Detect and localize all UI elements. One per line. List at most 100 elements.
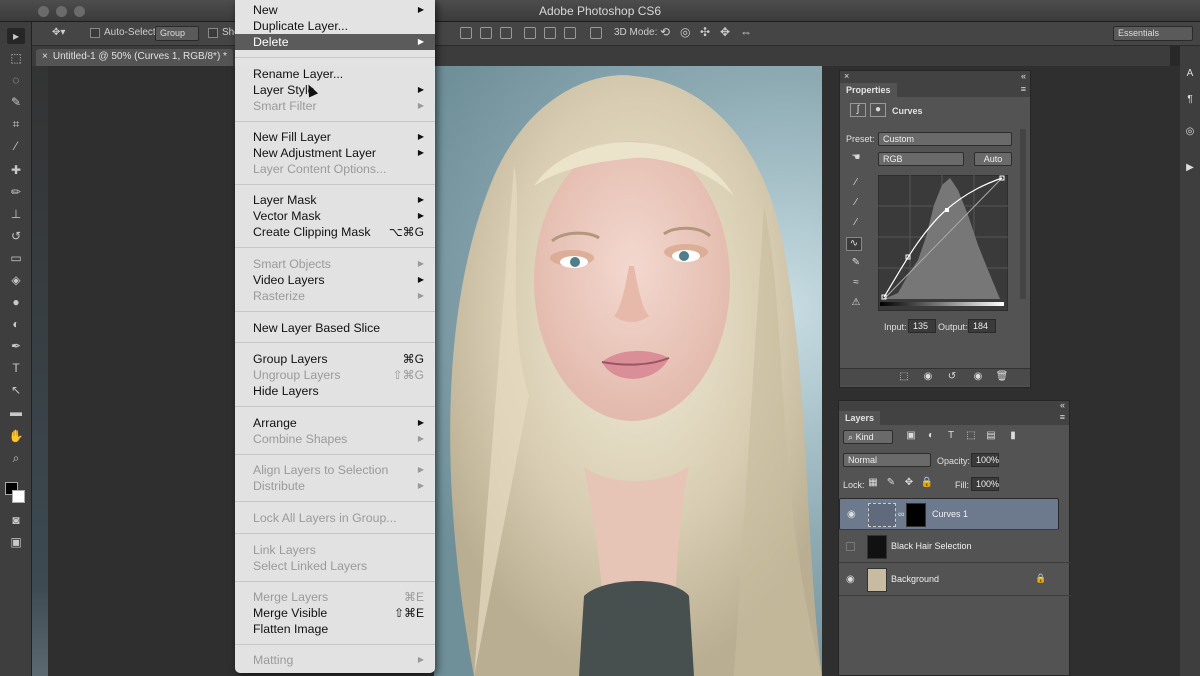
menu-item-duplicate-layer[interactable]: Duplicate Layer... [235, 18, 435, 34]
collapse-panel-icon[interactable]: « [1021, 71, 1026, 81]
smooth-curve-icon[interactable]: ≈ [848, 277, 864, 291]
menu-item-layer-style[interactable]: Layer Style ▶ [235, 82, 435, 98]
lasso-tool-icon[interactable]: ◌ [7, 72, 25, 88]
align-bottom-icon[interactable] [500, 27, 512, 39]
align-top-icon[interactable] [460, 27, 472, 39]
eyedropper-tool-icon[interactable]: ⁄ [7, 138, 25, 154]
close-panel-icon[interactable]: × [844, 71, 849, 81]
filter-smart-object-icon[interactable]: ▤ [983, 430, 999, 444]
output-field[interactable]: 184 [968, 319, 996, 333]
align-right-icon[interactable] [564, 27, 576, 39]
menu-item-merge-visible[interactable]: Merge Visible ⇧⌘E [235, 605, 435, 621]
3d-drag-icon[interactable]: ✣ [700, 25, 710, 39]
3d-scale-icon[interactable]: ⇔ [740, 25, 752, 39]
edit-points-icon[interactable]: ∿ [846, 237, 862, 251]
3d-slide-icon[interactable]: ✥ [720, 25, 730, 39]
menu-item-arrange[interactable]: Arrange ▶ [235, 415, 435, 431]
visibility-toggle-off[interactable] [846, 542, 855, 551]
menu-item-video-layers[interactable]: Video Layers ▶ [235, 272, 435, 288]
lock-position-icon[interactable]: ✥ [901, 477, 917, 491]
fill-field[interactable]: 100% [971, 477, 999, 491]
filter-pixel-icon[interactable]: ▣ [903, 430, 919, 444]
zoom-tool-icon[interactable]: ⌕ [7, 450, 25, 466]
close-tab-icon[interactable]: × [42, 51, 48, 62]
menu-item-flatten-image[interactable]: Flatten Image [235, 621, 435, 637]
menu-item-rename-layer[interactable]: Rename Layer... [235, 66, 435, 82]
panel-menu-icon[interactable]: ≡ [1021, 84, 1026, 94]
3d-roll-icon[interactable]: ◎ [680, 25, 690, 39]
filter-shape-icon[interactable]: ⬚ [963, 430, 979, 444]
draw-curve-icon[interactable]: ✎ [848, 257, 864, 271]
blur-tool-icon[interactable]: ● [7, 294, 25, 310]
auto-select-dropdown[interactable]: Group [155, 26, 199, 41]
layer-mask-thumbnail[interactable] [906, 503, 926, 527]
layer-mask-icon[interactable]: ● [870, 103, 886, 117]
targeted-adjustment-icon[interactable]: ☚ [848, 152, 864, 166]
visibility-eye-icon[interactable]: ◉ [846, 574, 855, 585]
menu-item-new[interactable]: New ▶ [235, 2, 435, 18]
quick-mask-icon[interactable]: ◙ [7, 512, 25, 528]
menu-item-new-adjustment-layer[interactable]: New Adjustment Layer ▶ [235, 145, 435, 161]
auto-button[interactable]: Auto [974, 152, 1012, 166]
background-color-swatch[interactable] [12, 490, 25, 503]
path-select-tool-icon[interactable]: ↖ [7, 382, 25, 398]
view-previous-state-icon[interactable]: ◉ [920, 371, 936, 385]
menu-item-new-fill-layer[interactable]: New Fill Layer ▶ [235, 129, 435, 145]
marquee-tool-icon[interactable]: ⬚ [7, 50, 25, 66]
hand-tool-icon[interactable]: ✋ [7, 428, 25, 444]
visibility-eye-icon[interactable]: ◉ [847, 509, 856, 520]
history-brush-tool-icon[interactable]: ↺ [7, 228, 25, 244]
paint-bucket-tool-icon[interactable]: ◈ [7, 272, 25, 288]
white-point-eyedropper-icon[interactable]: ⁄ [848, 217, 864, 231]
gray-point-eyedropper-icon[interactable]: ⁄ [848, 197, 864, 211]
lock-pixels-icon[interactable]: ✎ [883, 477, 899, 491]
curves-graph[interactable] [878, 175, 1008, 311]
move-tool-icon[interactable]: ✥▾ [52, 27, 65, 38]
menu-item-hide-layers[interactable]: Hide Layers [235, 383, 435, 399]
menu-item-new-layer-based-slice[interactable]: New Layer Based Slice [235, 320, 435, 336]
lock-all-icon[interactable]: 🔒 [919, 477, 935, 491]
paragraph-panel-icon[interactable]: ¶ [1182, 94, 1198, 108]
character-panel-icon[interactable]: A [1182, 68, 1198, 82]
menu-item-create-clipping-mask[interactable]: Create Clipping Mask ⌥⌘G [235, 224, 435, 240]
blend-mode-dropdown[interactable]: Normal [843, 453, 931, 467]
color-panel-icon[interactable]: ◎ [1182, 126, 1198, 140]
filter-toggle-icon[interactable]: ▮ [1005, 430, 1021, 444]
delete-adjustment-icon[interactable]: 🗑 [994, 371, 1010, 385]
link-chain-icon[interactable]: ∞ [898, 509, 904, 519]
properties-tab[interactable]: Properties [840, 83, 897, 98]
preset-dropdown[interactable]: Custom [878, 132, 1012, 146]
black-point-eyedropper-icon[interactable]: ⁄ [848, 177, 864, 191]
type-tool-icon[interactable]: T [7, 360, 25, 376]
lock-transparency-icon[interactable]: ▦ [865, 477, 881, 491]
layer-row-background[interactable]: ◉ Background 🔒 [839, 564, 1071, 596]
filter-adjustment-icon[interactable]: ◐ [923, 430, 939, 444]
clone-stamp-tool-icon[interactable]: ⊥ [7, 206, 25, 222]
quick-select-tool-icon[interactable]: ✎ [7, 94, 25, 110]
layer-row-black-hair-selection[interactable]: Black Hair Selection [839, 531, 1071, 563]
move-tool-icon[interactable]: ▸ [7, 28, 25, 44]
brush-tool-icon[interactable]: ✏ [7, 184, 25, 200]
layer-row-curves-1[interactable]: ◉ ∞ Curves 1 [839, 498, 1059, 530]
dodge-tool-icon[interactable]: ◐ [7, 316, 25, 332]
input-field[interactable]: 135 [908, 319, 936, 333]
channel-dropdown[interactable]: RGB [878, 152, 964, 166]
menu-item-delete[interactable]: Delete ▶ [235, 34, 435, 50]
reset-adjustment-icon[interactable]: ↺ [944, 371, 960, 385]
properties-scrollbar[interactable] [1020, 129, 1026, 299]
filter-kind-dropdown[interactable]: ⌕ Kind [843, 430, 893, 444]
panel-menu-icon[interactable]: ≡ [1060, 412, 1065, 422]
portrait-photo[interactable] [434, 66, 822, 676]
toggle-visibility-icon[interactable]: ◉ [970, 371, 986, 385]
auto-select-checkbox[interactable] [90, 28, 100, 38]
crop-tool-icon[interactable]: ⌗ [7, 116, 25, 132]
healing-brush-tool-icon[interactable]: ✚ [7, 162, 25, 178]
3d-rotate-icon[interactable]: ⟲ [660, 25, 670, 39]
menu-item-vector-mask[interactable]: Vector Mask ▶ [235, 208, 435, 224]
eraser-tool-icon[interactable]: ▭ [7, 250, 25, 266]
screen-mode-icon[interactable]: ▣ [7, 534, 25, 550]
align-hcenter-icon[interactable] [544, 27, 556, 39]
document-tab[interactable]: × Untitled-1 @ 50% (Curves 1, RGB/8*) * [36, 49, 233, 66]
workspace-dropdown[interactable]: Essentials [1113, 26, 1193, 41]
show-transform-checkbox[interactable] [208, 28, 218, 38]
